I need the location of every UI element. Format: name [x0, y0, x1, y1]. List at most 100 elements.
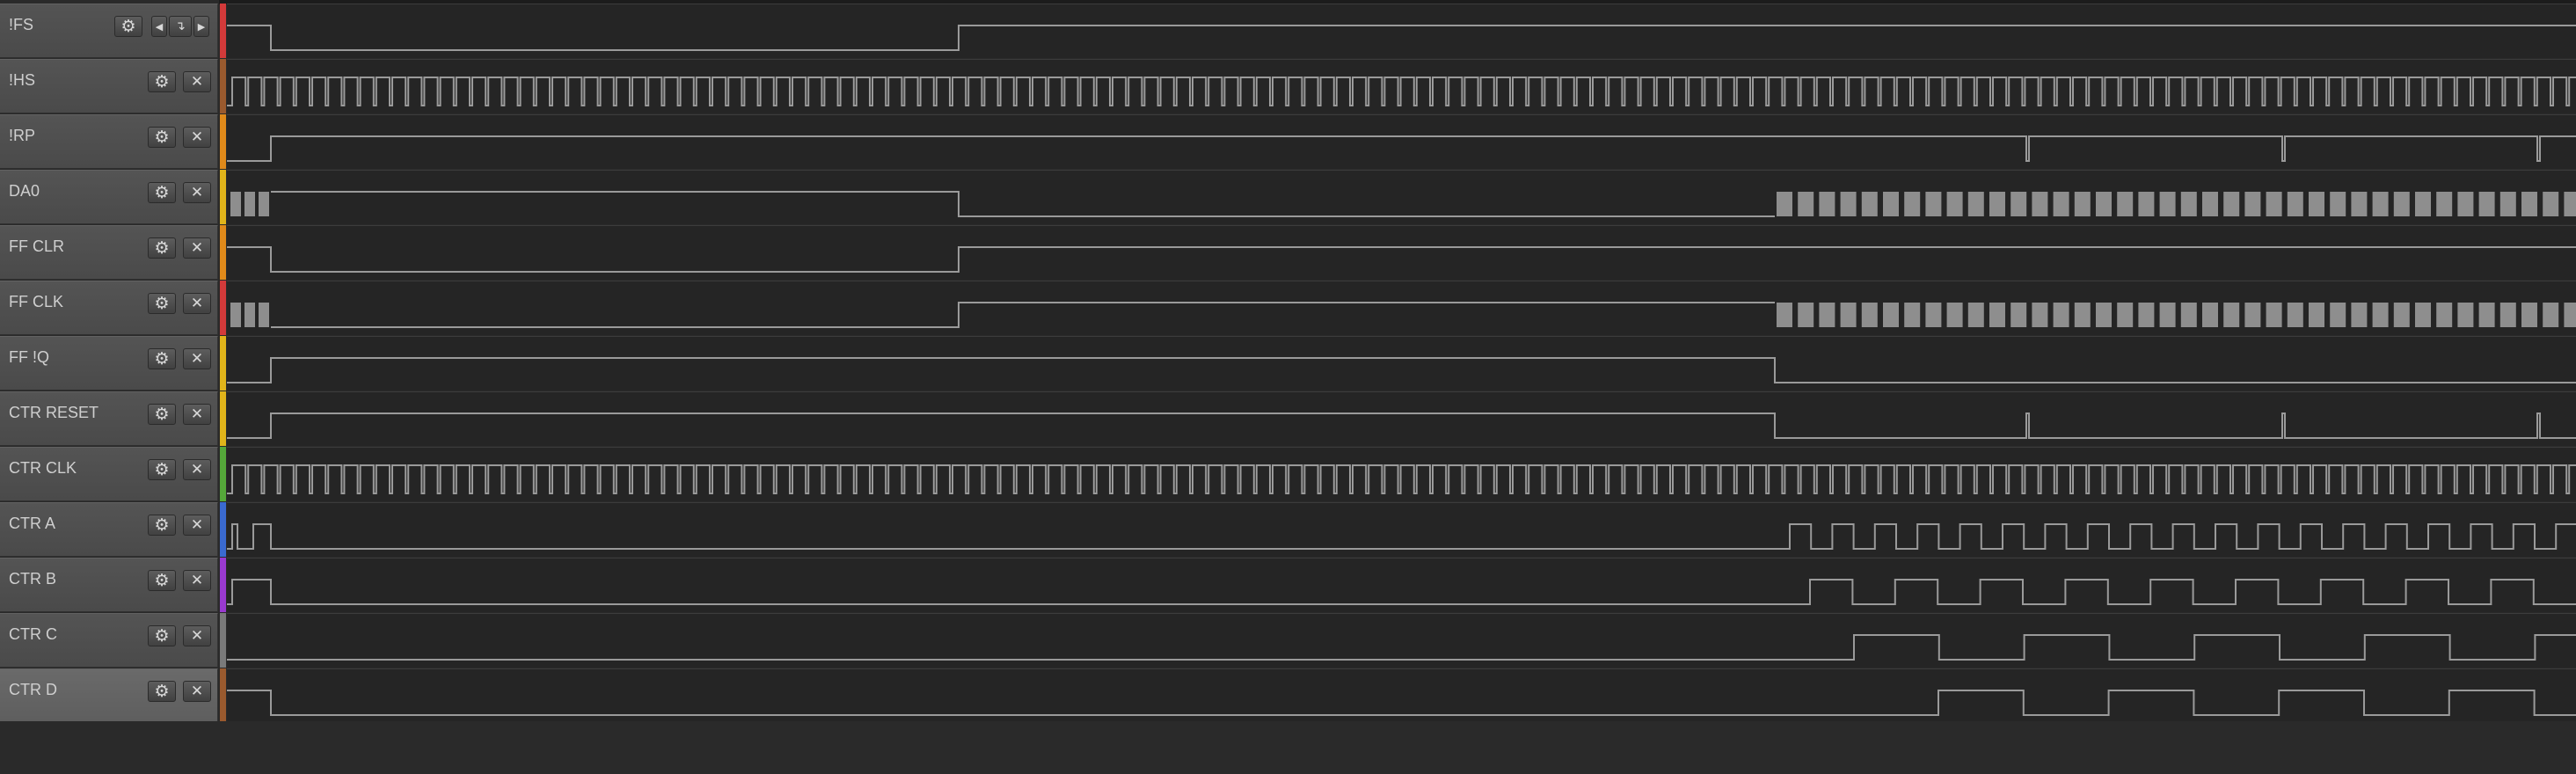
channel-color-bar: [220, 59, 226, 113]
close-icon[interactable]: ✕: [183, 348, 211, 369]
ff-clk-burst-block: [2415, 303, 2431, 327]
close-icon[interactable]: ✕: [183, 293, 211, 314]
gear-icon[interactable]: ⚙: [148, 515, 176, 536]
gear-icon[interactable]: ⚙: [148, 237, 176, 259]
channel-color-bar: [220, 447, 226, 501]
ff-clk-burst-block: [2096, 303, 2112, 327]
channel-color-bar: [220, 281, 226, 335]
gear-icon[interactable]: ⚙: [148, 182, 176, 203]
da0-burst-block: [2159, 192, 2176, 216]
waveform-canvas[interactable]: [227, 0, 2576, 721]
ff-clk-burst-block: [2457, 303, 2474, 327]
channel-label-ctr-reset[interactable]: CTR RESET ⚙ ✕: [0, 391, 218, 446]
waveform-area[interactable]: [227, 0, 2576, 723]
ff-clk-burst-block: [1840, 303, 1857, 327]
da0-burst-block: [2478, 192, 2495, 216]
close-icon[interactable]: ✕: [183, 71, 211, 92]
channel-name: !HS: [9, 71, 36, 89]
close-icon[interactable]: ✕: [183, 404, 211, 425]
gear-icon[interactable]: ⚙: [148, 293, 176, 314]
da0-waveform: [271, 191, 1775, 217]
channel-color-bar: [220, 613, 226, 668]
ff-clk-burst-block: [1989, 303, 2005, 327]
gear-icon[interactable]: ⚙: [148, 127, 176, 148]
channel-name: CTR RESET: [9, 404, 99, 421]
ff-clk-burst-block: [2266, 303, 2282, 327]
previous-edge-icon[interactable]: ◀: [151, 16, 167, 37]
channel-label-ctr-a[interactable]: CTR A ⚙ ✕: [0, 502, 218, 557]
close-icon[interactable]: ✕: [183, 681, 211, 702]
ff-clk-burst-block: [2180, 303, 2197, 327]
channel-label-ctr-d[interactable]: CTR D ⚙ ✕: [0, 668, 218, 723]
close-icon[interactable]: ✕: [183, 515, 211, 536]
channel-label-da0[interactable]: DA0 ⚙ ✕: [0, 170, 218, 224]
channel-label-ff-clr[interactable]: FF CLR ⚙ ✕: [0, 225, 218, 280]
ctr-c-waveform: [227, 634, 2576, 661]
ff-clk-burst-block: [259, 303, 269, 327]
ctr-d-waveform: [227, 690, 2576, 716]
ff-clk-burst-block: [2436, 303, 2453, 327]
channel-label-ff-clk[interactable]: FF CLK ⚙ ✕: [0, 281, 218, 335]
ff-clk-burst-block: [1883, 303, 1899, 327]
da0-burst-block: [2330, 192, 2346, 216]
da0-burst-block: [2499, 192, 2516, 216]
ff-clk-burst-block: [2393, 303, 2410, 327]
next-edge-icon[interactable]: ▶: [193, 16, 209, 37]
channel-name: CTR CLK: [9, 459, 77, 477]
channel-label-ff-q[interactable]: FF !Q ⚙ ✕: [0, 336, 218, 391]
gear-icon[interactable]: ⚙: [148, 404, 176, 425]
ff-clk-burst-block: [2223, 303, 2240, 327]
close-icon[interactable]: ✕: [183, 625, 211, 646]
ff-clk-burst-block: [2521, 303, 2537, 327]
da0-burst-block: [1904, 192, 1921, 216]
close-icon[interactable]: ✕: [183, 459, 211, 480]
channel-label-fs[interactable]: !FS ⚙ ◀ ↴ ▶: [0, 4, 218, 58]
ff-clk-burst-block: [2138, 303, 2155, 327]
gear-icon[interactable]: ⚙: [148, 570, 176, 591]
ff-clk-burst-block: [244, 303, 255, 327]
gear-icon[interactable]: ⚙: [114, 16, 142, 37]
channel-name: FF !Q: [9, 348, 49, 366]
ff-clk-burst-block: [1967, 303, 1984, 327]
ff-clk-burst-block: [1777, 303, 1792, 327]
channel-label-hs[interactable]: !HS ⚙ ✕: [0, 59, 218, 113]
channel-color-bar: [220, 170, 226, 224]
da0-burst-block: [1798, 192, 1814, 216]
ff-clk-burst-block: [1819, 303, 1835, 327]
gear-icon[interactable]: ⚙: [148, 348, 176, 369]
channel-label-rp[interactable]: !RP ⚙ ✕: [0, 114, 218, 169]
ff-clk-burst-block: [2010, 303, 2027, 327]
gear-icon[interactable]: ⚙: [148, 71, 176, 92]
close-icon[interactable]: ✕: [183, 570, 211, 591]
ff-clk-burst-block: [2032, 303, 2048, 327]
gear-icon[interactable]: ⚙: [148, 459, 176, 480]
ff-clk-burst-block: [2543, 303, 2559, 327]
da0-burst-block: [2138, 192, 2155, 216]
gear-icon[interactable]: ⚙: [148, 625, 176, 646]
close-icon[interactable]: ✕: [183, 182, 211, 203]
da0-burst-block: [2244, 192, 2261, 216]
rp-waveform: [227, 135, 2576, 162]
da0-burst-block: [2393, 192, 2410, 216]
da0-burst-block: [2309, 192, 2324, 216]
ff-clk-burst-block: [2117, 303, 2134, 327]
channel-name: !FS: [9, 16, 34, 33]
channel-label-column: !FS ⚙ ◀ ↴ ▶ !HS ⚙ ✕ !RP ⚙ ✕ DA0 ⚙ ✕ FF CLR ⚙ ✕ FF CLK ⚙ ✕ FF…: [0, 0, 219, 723]
da0-burst-block: [244, 192, 255, 216]
ctr-clk-waveform: [227, 464, 2576, 494]
ff-clk-waveform: [271, 302, 1775, 328]
fs-waveform: [227, 25, 2576, 51]
hs-waveform: [227, 77, 2576, 106]
gear-icon[interactable]: ⚙: [148, 681, 176, 702]
channel-label-ctr-c[interactable]: CTR C ⚙ ✕: [0, 613, 218, 668]
channel-label-ctr-b[interactable]: CTR B ⚙ ✕: [0, 558, 218, 612]
channel-color-bar: [220, 668, 226, 723]
trigger-edge-icon[interactable]: ↴: [169, 16, 192, 37]
close-icon[interactable]: ✕: [183, 237, 211, 259]
da0-burst-block: [2372, 192, 2389, 216]
da0-burst-block: [2032, 192, 2048, 216]
da0-burst-block: [2415, 192, 2431, 216]
close-icon[interactable]: ✕: [183, 127, 211, 148]
ff-clk-burst-block: [2053, 303, 2069, 327]
channel-label-ctr-clk[interactable]: CTR CLK ⚙ ✕: [0, 447, 218, 501]
